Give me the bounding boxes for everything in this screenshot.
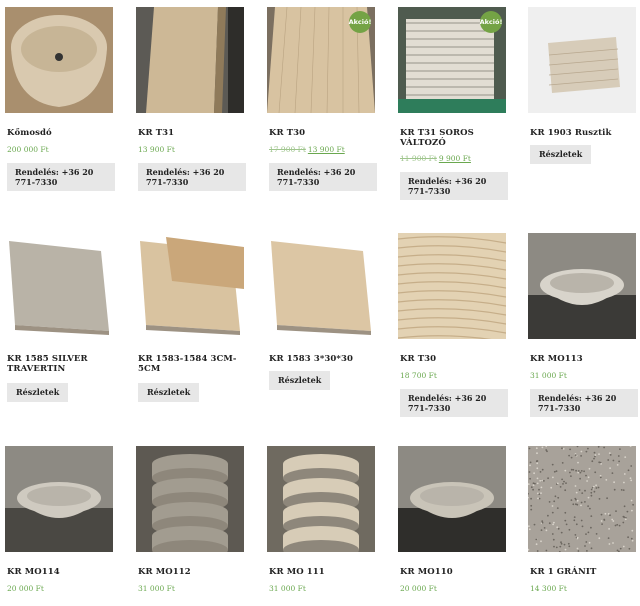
product-card: KR T30 18 700 Ft Rendelés: +36 20 771-7330 <box>398 233 508 417</box>
old-price: 17 900 Ft <box>269 145 306 154</box>
product-card: KR MO114 20 000 Ft <box>5 446 113 606</box>
product-title[interactable]: KR MO110 <box>400 567 506 577</box>
product-card: KR 1903 Rusztik Részletek <box>528 7 636 167</box>
product-card: Kőmosdó 200 000 Ft Rendelés: +36 20 771-73… <box>5 7 115 191</box>
product-card: KR 1 GRÁNIT 14 300 Ft <box>528 446 636 606</box>
product-image[interactable] <box>528 446 636 552</box>
product-image[interactable] <box>267 446 375 552</box>
product-title[interactable]: KR MO113 <box>530 354 636 364</box>
product-price: 11 900 Ft 9 900 Ft <box>400 154 471 163</box>
product-card: Akció! KR T30 17 900 Ft 13 900 Ft Rendelés: … <box>267 7 377 191</box>
product-image[interactable] <box>5 446 113 552</box>
details-button[interactable]: Részletek <box>269 371 331 390</box>
product-title[interactable]: KR 1 GRÁNIT <box>530 567 636 577</box>
product-price: 31 000 Ft <box>530 371 567 380</box>
product-image[interactable] <box>136 7 244 113</box>
product-price: 20 000 Ft <box>7 584 44 593</box>
product-image[interactable] <box>136 233 244 339</box>
details-button[interactable]: Részletek <box>138 383 200 402</box>
product-image[interactable] <box>136 446 244 552</box>
order-phone-button[interactable]: Rendelés: +36 20 771-7330 <box>138 163 246 191</box>
product-price: 13 900 Ft <box>138 145 175 154</box>
product-title[interactable]: KR MO112 <box>138 567 244 577</box>
details-button[interactable]: Részletek <box>7 383 69 402</box>
product-image[interactable] <box>267 233 375 339</box>
details-button[interactable]: Részletek <box>530 145 592 164</box>
product-price: 18 700 Ft <box>400 371 437 380</box>
product-price: 31 000 Ft <box>138 584 175 593</box>
sale-price: 9 900 Ft <box>438 154 471 163</box>
product-card: KR 1583-1584 3CM-5CM Részletek <box>136 233 244 402</box>
product-title[interactable]: KR T31 SOROS VÁLTOZÓ <box>400 128 506 148</box>
order-phone-button[interactable]: Rendelés: +36 20 771-7330 <box>400 172 508 200</box>
product-card: KR MO 111 31 000 Ft <box>267 446 375 606</box>
sale-badge: Akció! <box>480 11 502 33</box>
product-title[interactable]: KR T30 <box>400 354 506 364</box>
product-card: KR T31 13 900 Ft Rendelés: +36 20 771-7330 <box>136 7 246 191</box>
product-title[interactable]: KR MO114 <box>7 567 113 577</box>
product-title[interactable]: KR 1585 SILVER TRAVERTIN <box>7 354 113 374</box>
product-title[interactable]: KR MO 111 <box>269 567 375 577</box>
product-grid: Kőmosdó 200 000 Ft Rendelés: +36 20 771-73… <box>0 0 640 593</box>
product-title[interactable]: KR T31 <box>138 128 244 138</box>
product-card: KR 1583 3*30*30 Részletek <box>267 233 375 393</box>
order-phone-button[interactable]: Rendelés: +36 20 771-7330 <box>530 389 638 417</box>
sale-price: 13 900 Ft <box>307 145 345 154</box>
product-title[interactable]: Kőmosdó <box>7 128 113 138</box>
product-card: KR 1585 SILVER TRAVERTIN Részletek <box>5 233 113 402</box>
product-image[interactable] <box>5 233 113 339</box>
product-price: 20 000 Ft <box>400 584 437 593</box>
product-image[interactable] <box>528 233 636 339</box>
order-phone-button[interactable]: Rendelés: +36 20 771-7330 <box>7 163 115 191</box>
product-title[interactable]: KR 1903 Rusztik <box>530 128 636 138</box>
product-price: 17 900 Ft 13 900 Ft <box>269 145 345 154</box>
product-title[interactable]: KR T30 <box>269 128 375 138</box>
product-title[interactable]: KR 1583 3*30*30 <box>269 354 375 364</box>
old-price: 11 900 Ft <box>400 154 437 163</box>
sale-badge: Akció! <box>349 11 371 33</box>
product-card: KR MO110 20 000 Ft <box>398 446 506 606</box>
product-card: KR MO113 31 000 Ft Rendelés: +36 20 771-73… <box>528 233 638 417</box>
product-card: KR MO112 31 000 Ft <box>136 446 244 606</box>
order-phone-button[interactable]: Rendelés: +36 20 771-7330 <box>269 163 377 191</box>
product-title[interactable]: KR 1583-1584 3CM-5CM <box>138 354 244 374</box>
product-price: 200 000 Ft <box>7 145 49 154</box>
product-price: 14 300 Ft <box>530 584 567 593</box>
product-image[interactable] <box>5 7 113 113</box>
product-image[interactable] <box>528 7 636 113</box>
product-image[interactable] <box>398 446 506 552</box>
order-phone-button[interactable]: Rendelés: +36 20 771-7330 <box>400 389 508 417</box>
product-card: Akció! KR T31 SOROS VÁLTOZÓ 11 900 Ft 9 900… <box>398 7 508 200</box>
product-image[interactable] <box>398 233 506 339</box>
product-price: 31 000 Ft <box>269 584 306 593</box>
